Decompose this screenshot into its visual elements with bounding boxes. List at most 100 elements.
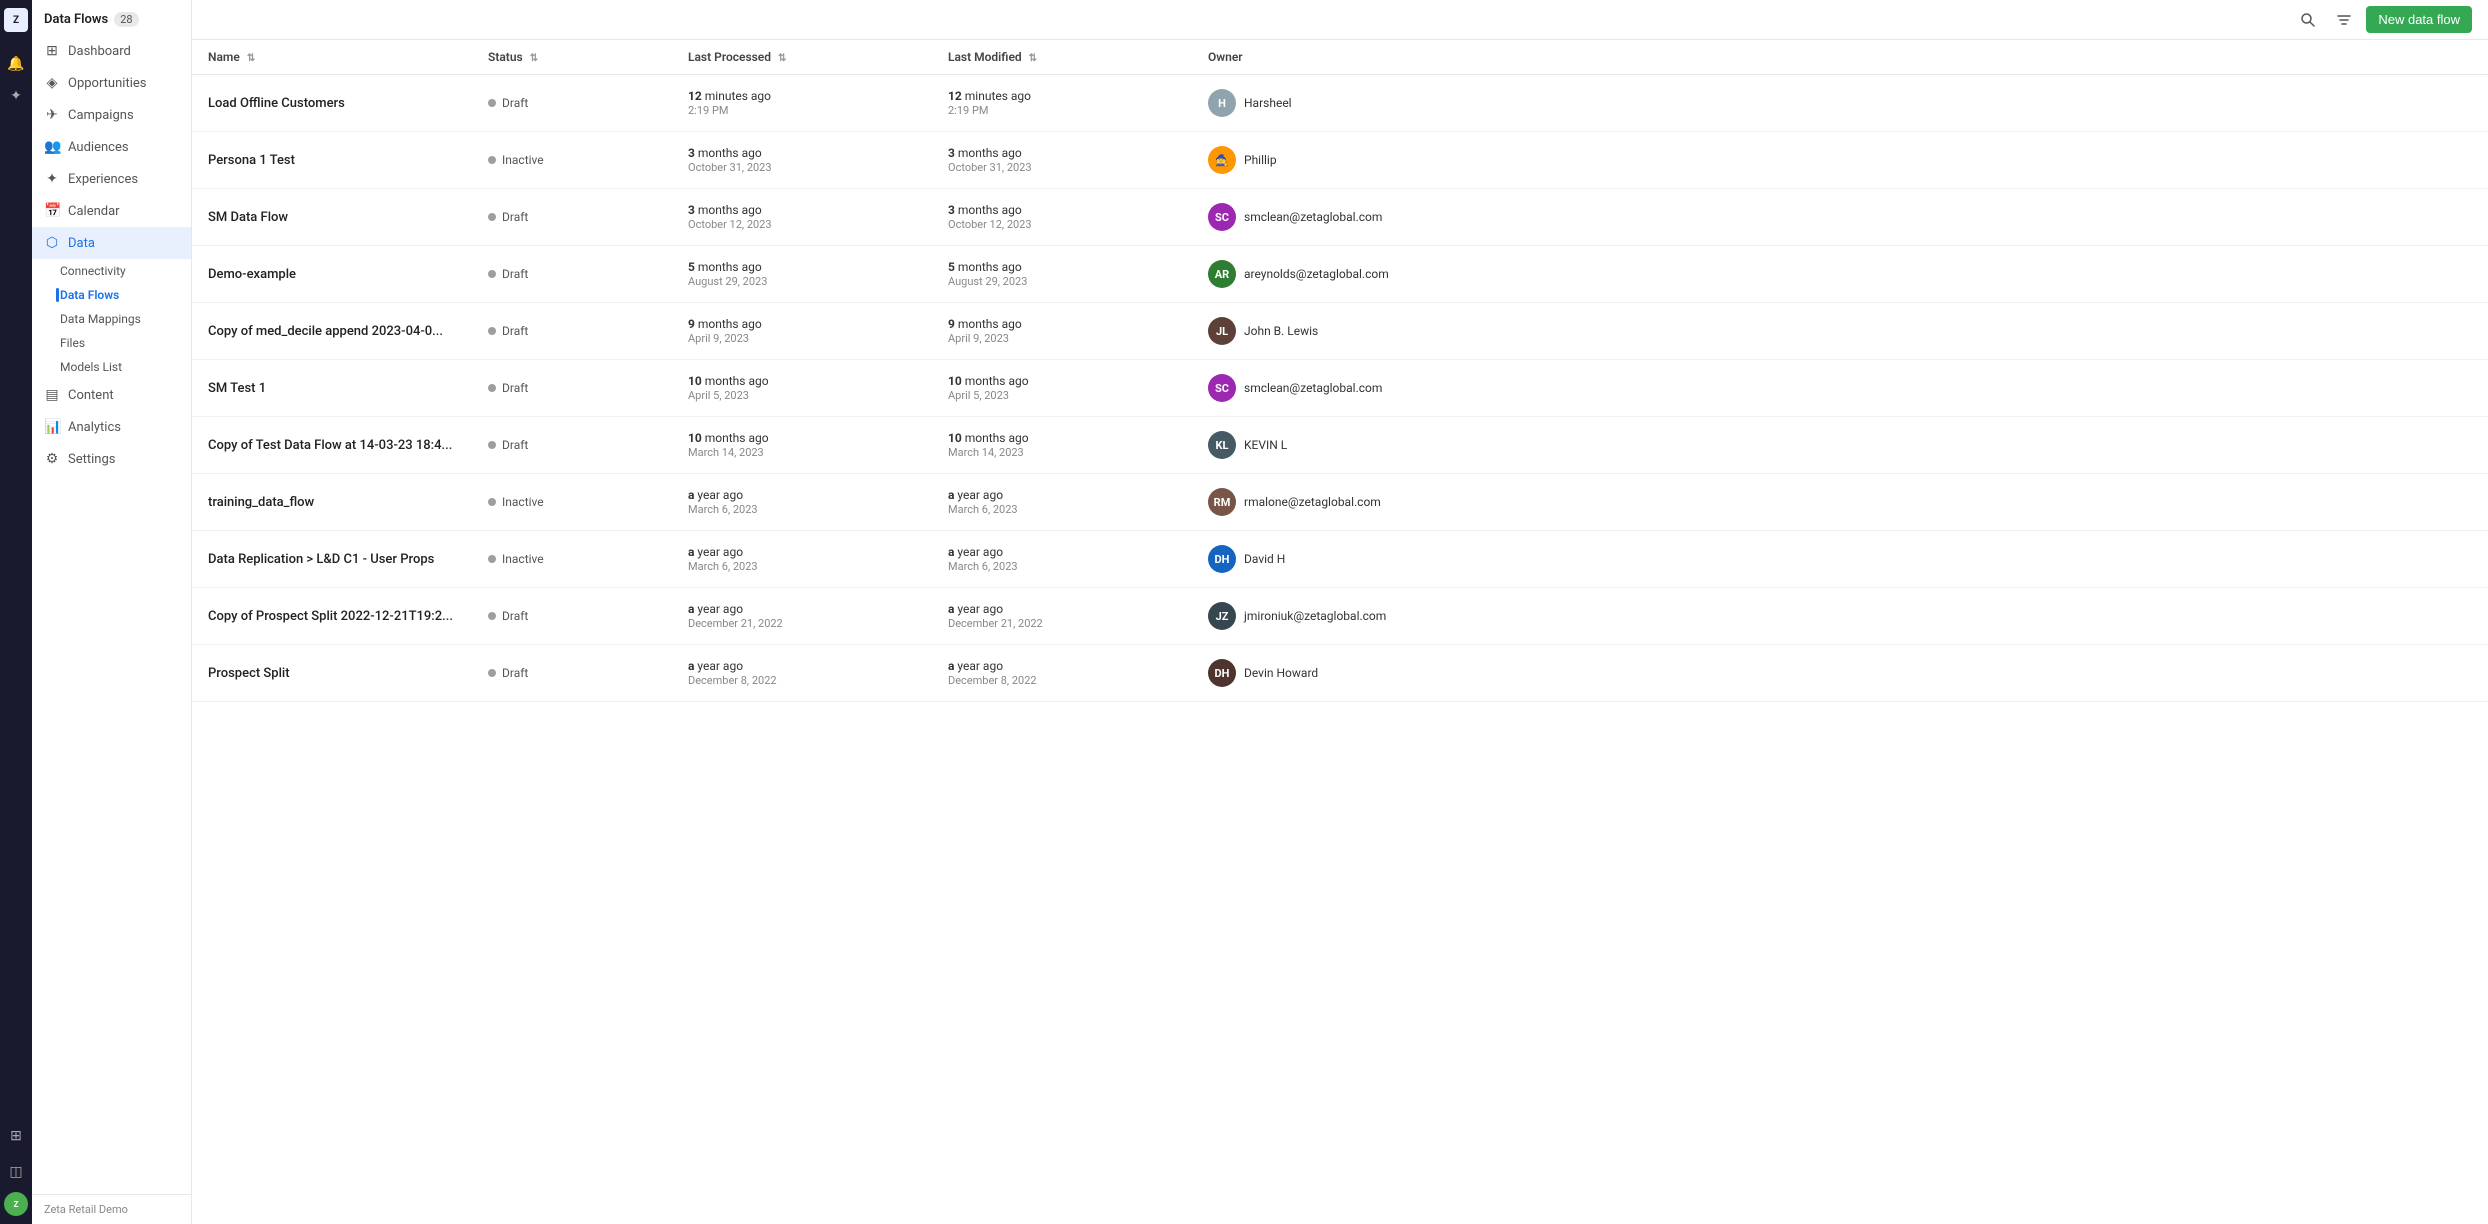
status-label: Draft xyxy=(502,609,528,623)
sidebar-item-label-experiences: Experiences xyxy=(68,172,138,187)
col-header-status[interactable]: Status ⇅ xyxy=(472,40,672,75)
sidebar-item-label-audiences: Audiences xyxy=(68,140,129,155)
owner-name: areynolds@zetaglobal.com xyxy=(1244,267,1389,281)
sidebar-item-data[interactable]: ⬡ Data xyxy=(32,227,191,259)
flow-name: Persona 1 Test xyxy=(208,153,295,168)
col-header-processed[interactable]: Last Processed ⇅ xyxy=(672,40,932,75)
owner-name: Phillip xyxy=(1244,153,1277,167)
data-flows-table: Name ⇅ Status ⇅ Last Processed ⇅ Last Mo… xyxy=(192,40,2488,702)
sidebar-item-experiences[interactable]: ✦ Experiences xyxy=(32,163,191,195)
table-row[interactable]: Persona 1 Test Inactive 3 months ago Oct… xyxy=(192,132,2488,189)
sidebar-sub-dataflows[interactable]: Data Flows xyxy=(60,283,191,307)
table-row[interactable]: Load Offline Customers Draft 12 minutes … xyxy=(192,75,2488,132)
analytics-icon: 📊 xyxy=(44,419,60,435)
col-header-name[interactable]: Name ⇅ xyxy=(192,40,472,75)
data-flows-table-container: Name ⇅ Status ⇅ Last Processed ⇅ Last Mo… xyxy=(192,40,2488,1224)
status-dot xyxy=(488,270,496,278)
sidebar-count: 28 xyxy=(114,12,138,27)
status-badge: Draft xyxy=(488,609,528,623)
search-icon[interactable] xyxy=(2294,6,2322,34)
table-row[interactable]: Copy of med_decile append 2023-04-0... D… xyxy=(192,303,2488,360)
sidebar-item-analytics[interactable]: 📊 Analytics xyxy=(32,411,191,443)
flow-name: Load Offline Customers xyxy=(208,96,345,111)
modified-time: 3 months ago October 31, 2023 xyxy=(948,146,1176,174)
table-row[interactable]: SM Test 1 Draft 10 months ago April 5, 2… xyxy=(192,360,2488,417)
new-data-flow-button[interactable]: New data flow xyxy=(2366,6,2472,33)
sidebar-item-opportunities[interactable]: ◈ Opportunities xyxy=(32,67,191,99)
table-row[interactable]: Data Replication > L&D C1 - User Props I… xyxy=(192,531,2488,588)
owner-cell: SC smclean@zetaglobal.com xyxy=(1208,203,2472,231)
sidebar-item-content[interactable]: ▤ Content xyxy=(32,379,191,411)
owner-cell: KL KEVIN L xyxy=(1208,431,2472,459)
bar-icon-sparkle[interactable]: ✦ xyxy=(4,84,28,108)
status-label: Draft xyxy=(502,96,528,110)
sidebar-item-label-opportunities: Opportunities xyxy=(68,76,146,91)
data-icon: ⬡ xyxy=(44,235,60,251)
processed-time: 5 months ago August 29, 2023 xyxy=(688,260,916,288)
owner-name: John B. Lewis xyxy=(1244,324,1318,338)
status-label: Draft xyxy=(502,381,528,395)
owner-name: jmironiuk@zetaglobal.com xyxy=(1244,609,1386,623)
table-row[interactable]: SM Data Flow Draft 3 months ago October … xyxy=(192,189,2488,246)
flow-name: Copy of Test Data Flow at 14-03-23 18:4.… xyxy=(208,438,452,453)
table-row[interactable]: Prospect Split Draft a year ago December… xyxy=(192,645,2488,702)
flow-name: Copy of Prospect Split 2022-12-21T19:2..… xyxy=(208,609,453,624)
sidebar-sub-files[interactable]: Files xyxy=(60,331,191,355)
status-label: Inactive xyxy=(502,552,544,566)
sidebar-sub-datamappings[interactable]: Data Mappings xyxy=(60,307,191,331)
owner-cell: JL John B. Lewis xyxy=(1208,317,2472,345)
bar-icon-notifications[interactable]: 🔔 xyxy=(4,52,28,76)
zeta-badge[interactable]: Z xyxy=(4,1192,28,1216)
modified-time: a year ago December 8, 2022 xyxy=(948,659,1176,687)
owner-cell: DH David H xyxy=(1208,545,2472,573)
status-badge: Inactive xyxy=(488,552,544,566)
sidebar-sub-modelslist[interactable]: Models List xyxy=(60,355,191,379)
status-dot xyxy=(488,156,496,164)
table-body: Load Offline Customers Draft 12 minutes … xyxy=(192,75,2488,702)
sidebar-data-subnav: Connectivity Data Flows Data Mappings Fi… xyxy=(32,259,191,379)
sidebar-item-calendar[interactable]: 📅 Calendar xyxy=(32,195,191,227)
sidebar-item-dashboard[interactable]: ⊞ Dashboard xyxy=(32,35,191,67)
owner-cell: DH Devin Howard xyxy=(1208,659,2472,687)
modified-time: 12 minutes ago 2:19 PM xyxy=(948,89,1176,117)
bar-icon-grid[interactable]: ⊞ xyxy=(4,1124,28,1148)
modified-time: a year ago March 6, 2023 xyxy=(948,488,1176,516)
avatar: SC xyxy=(1208,374,1236,402)
sidebar-item-audiences[interactable]: 👥 Audiences xyxy=(32,131,191,163)
status-badge: Inactive xyxy=(488,153,544,167)
col-header-modified[interactable]: Last Modified ⇅ xyxy=(932,40,1192,75)
status-label: Draft xyxy=(502,210,528,224)
filter-icon[interactable] xyxy=(2330,6,2358,34)
icon-bar: Z 🔔 ✦ ⊞ ◫ Z xyxy=(0,0,32,1224)
status-label: Inactive xyxy=(502,495,544,509)
table-row[interactable]: training_data_flow Inactive a year ago M… xyxy=(192,474,2488,531)
owner-name: David H xyxy=(1244,552,1285,566)
sort-status-icon: ⇅ xyxy=(530,53,538,64)
sidebar-sub-connectivity[interactable]: Connectivity xyxy=(60,259,191,283)
bar-icon-layers[interactable]: ◫ xyxy=(4,1160,28,1184)
table-header-row: Name ⇅ Status ⇅ Last Processed ⇅ Last Mo… xyxy=(192,40,2488,75)
table-row[interactable]: Copy of Test Data Flow at 14-03-23 18:4.… xyxy=(192,417,2488,474)
avatar: 🧙 xyxy=(1208,146,1236,174)
table-row[interactable]: Copy of Prospect Split 2022-12-21T19:2..… xyxy=(192,588,2488,645)
status-label: Draft xyxy=(502,438,528,452)
sidebar-item-campaigns[interactable]: ✈ Campaigns xyxy=(32,99,191,131)
sidebar-title: Data Flows xyxy=(44,12,108,27)
col-header-owner: Owner xyxy=(1192,40,2488,75)
avatar: H xyxy=(1208,89,1236,117)
flow-name: Copy of med_decile append 2023-04-0... xyxy=(208,324,443,339)
calendar-icon: 📅 xyxy=(44,203,60,219)
modified-time: 10 months ago March 14, 2023 xyxy=(948,431,1176,459)
table-row[interactable]: Demo-example Draft 5 months ago August 2… xyxy=(192,246,2488,303)
processed-time: 3 months ago October 12, 2023 xyxy=(688,203,916,231)
processed-time: a year ago December 21, 2022 xyxy=(688,602,916,630)
status-badge: Draft xyxy=(488,267,528,281)
main-content: New data flow Name ⇅ Status ⇅ Last Proce… xyxy=(192,0,2488,1224)
status-dot xyxy=(488,669,496,677)
sidebar-item-settings[interactable]: ⚙ Settings xyxy=(32,443,191,475)
status-dot xyxy=(488,555,496,563)
owner-name: KEVIN L xyxy=(1244,438,1287,452)
processed-time: 9 months ago April 9, 2023 xyxy=(688,317,916,345)
flow-name: SM Data Flow xyxy=(208,210,288,225)
topbar: New data flow xyxy=(192,0,2488,40)
